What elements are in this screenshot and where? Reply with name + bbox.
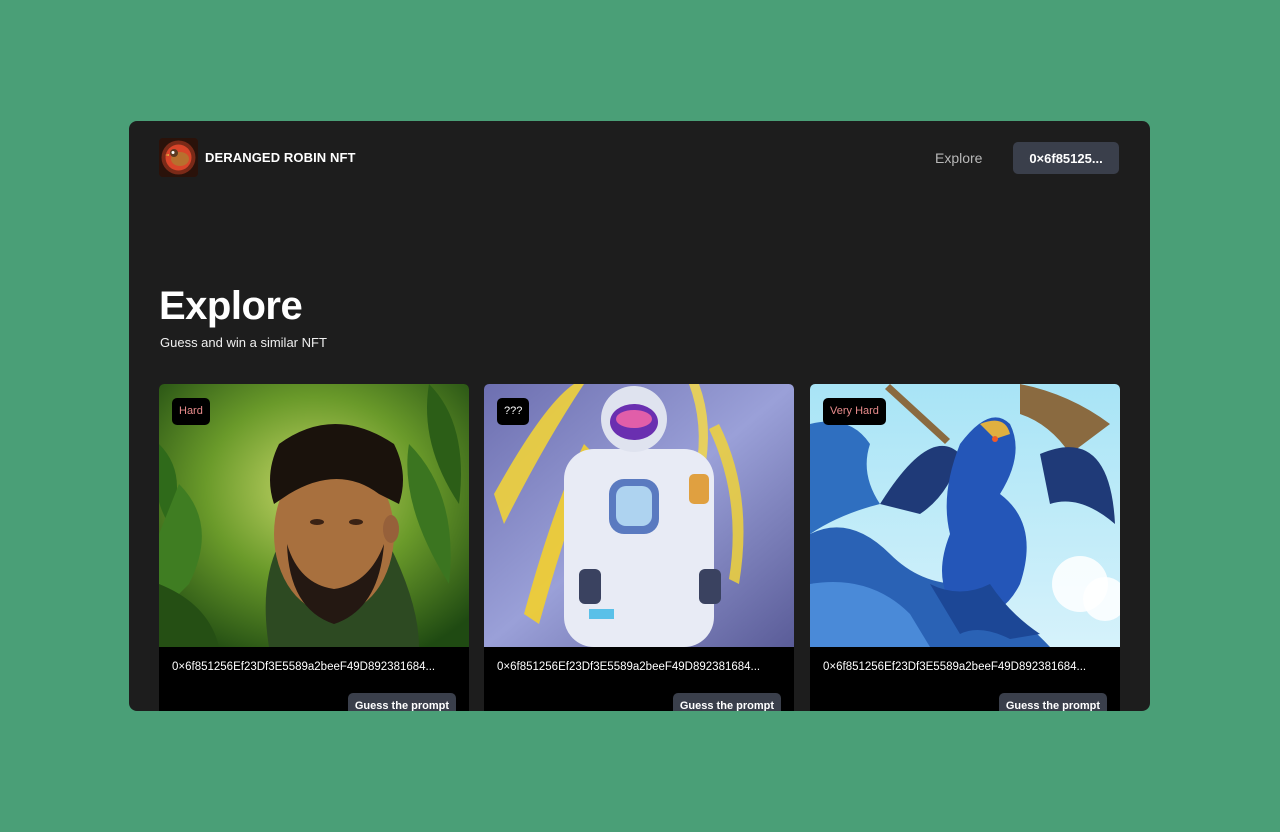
guess-prompt-button[interactable]: Guess the prompt (672, 693, 781, 711)
wallet-address-button[interactable]: 0×6f85125... (1013, 142, 1119, 174)
difficulty-badge: ??? (497, 398, 530, 425)
brand[interactable]: DERANGED ROBIN NFT (159, 138, 356, 177)
page-subtitle: Guess and win a similar NFT (160, 335, 327, 350)
astronaut-art (484, 384, 794, 647)
card-address: 0×6f851256Ef23Df3E5589a2beeF49D892381684… (823, 661, 1087, 673)
card-address: 0×6f851256Ef23Df3E5589a2beeF49D892381684… (497, 661, 761, 673)
guess-prompt-button[interactable]: Guess the prompt (347, 693, 456, 711)
robin-logo-icon (159, 138, 198, 177)
nav-explore-link[interactable]: Explore (935, 150, 982, 166)
guess-prompt-button[interactable]: Guess the prompt (998, 693, 1107, 711)
app-window: DERANGED ROBIN NFT Explore 0×6f85125... … (129, 121, 1150, 711)
brand-name: DERANGED ROBIN NFT (205, 150, 356, 165)
difficulty-badge: Hard (172, 398, 210, 425)
nft-card[interactable]: Hard 0×6f851256Ef23Df3E5589a2beeF49D8923… (159, 384, 469, 711)
nft-card[interactable]: ??? 0×6f851256Ef23Df3E5589a2beeF49D89238… (484, 384, 794, 711)
page-title: Explore (159, 284, 303, 328)
top-nav: DERANGED ROBIN NFT Explore 0×6f85125... (129, 121, 1150, 195)
difficulty-badge: Very Hard (823, 398, 886, 425)
card-address: 0×6f851256Ef23Df3E5589a2beeF49D892381684… (172, 661, 436, 673)
nft-card[interactable]: Very Hard 0×6f851256Ef23Df3E5589a2beeF49… (810, 384, 1120, 711)
